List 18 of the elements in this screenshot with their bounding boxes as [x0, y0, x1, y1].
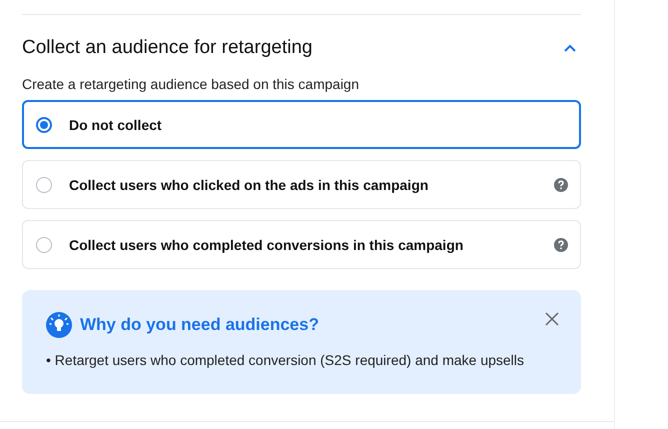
section-subtitle: Create a retargeting audience based on this campaign [22, 76, 360, 92]
option-label: Collect users who completed conversions in this campaign [69, 236, 464, 252]
info-title: Why do you need audiences? [80, 315, 319, 335]
help-icon[interactable] [554, 238, 568, 252]
radio-button[interactable] [36, 176, 52, 192]
collapse-icon[interactable] [563, 43, 577, 53]
radio-option[interactable]: Do not collect [22, 100, 581, 149]
help-icon[interactable] [554, 178, 568, 192]
option-label: Collect users who clicked on the ads in this campaign [69, 176, 430, 192]
radio-option[interactable]: Collect users who completed conversions in this campaign [22, 220, 581, 269]
radio-button[interactable] [36, 236, 52, 252]
section-title: Collect an audience for retargeting [22, 37, 312, 59]
info-bullet: • Retarget users who completed conversion (S2S required) and make upsells [46, 352, 526, 368]
lightbulb-icon [46, 312, 72, 338]
close-icon[interactable] [545, 312, 559, 326]
radio-option[interactable]: Collect users who clicked on the ads in this campaign [22, 160, 581, 209]
radio-button[interactable] [36, 116, 52, 132]
option-label: Do not collect [69, 116, 163, 132]
